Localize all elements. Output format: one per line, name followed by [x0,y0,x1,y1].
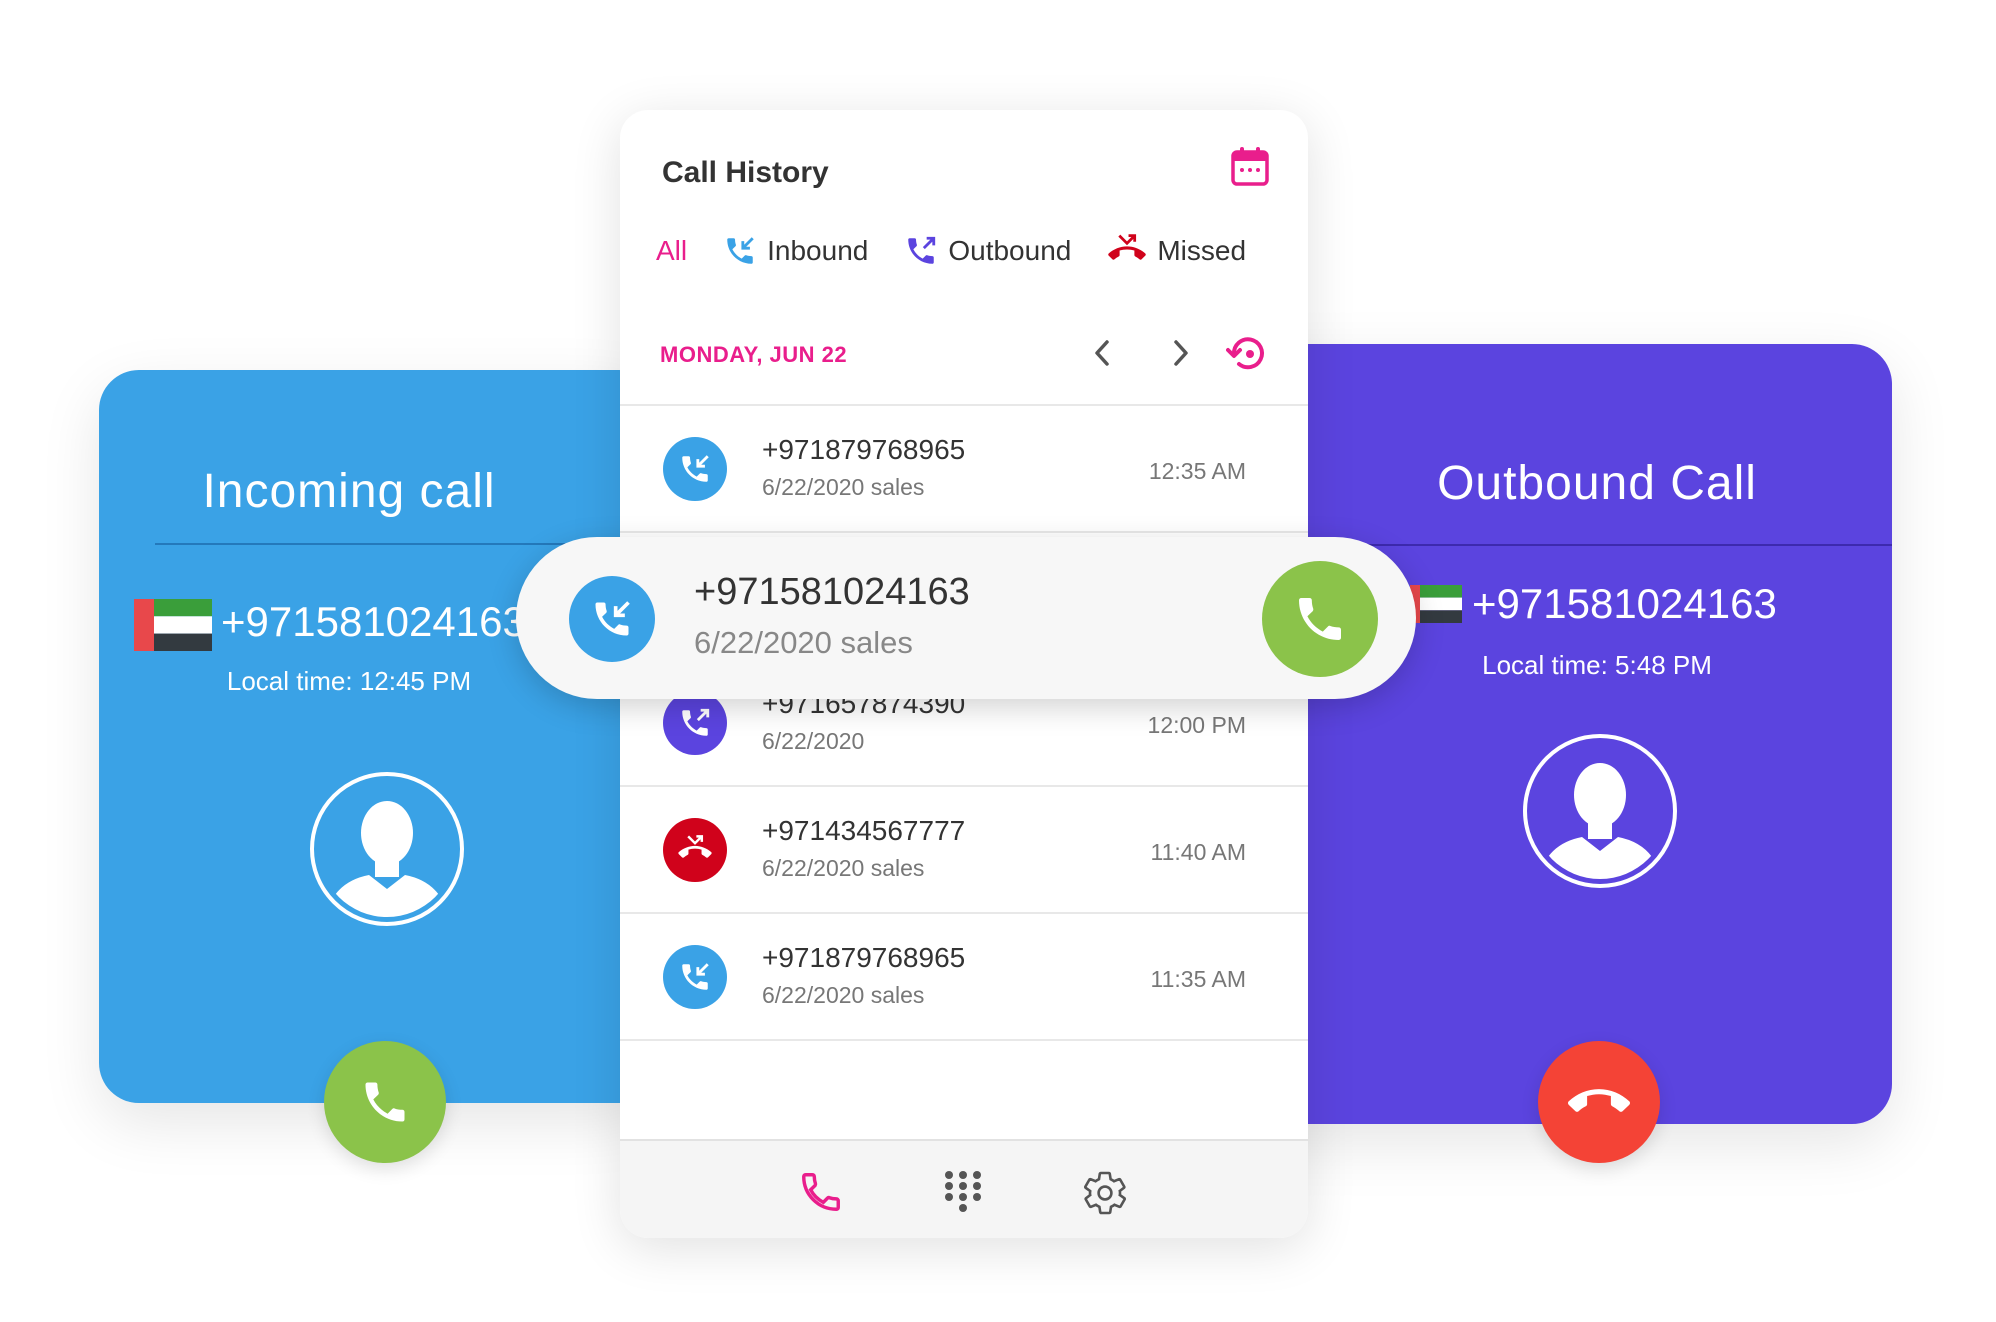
tab-all[interactable]: All [656,235,687,267]
bottom-tab-bar [620,1139,1308,1238]
banner-subtitle: 6/22/2020 sales [694,625,913,660]
call-row[interactable]: +971434567777 6/22/2020 sales 11:40 AM [620,787,1308,914]
date-label: MONDAY, JUN 22 [660,342,848,367]
call-subtitle: 6/22/2020 sales [762,982,925,1008]
call-number: +971879768965 [762,434,966,465]
outbound-call-title: Outbound Call [1437,457,1757,510]
missed-call-icon [663,818,727,882]
phone-icon[interactable] [798,1169,844,1220]
accept-call-button[interactable] [324,1041,446,1163]
call-subtitle: 6/22/2020 [762,728,865,754]
history-reset-icon[interactable] [1226,332,1270,381]
panel-title: Call History [662,156,829,189]
call-subtitle: 6/22/2020 sales [762,855,925,881]
call-time: 11:40 AM [1150,839,1246,865]
call-time: 12:00 PM [1147,712,1246,738]
call-time: 12:35 AM [1148,458,1246,484]
user-avatar-icon [1522,733,1678,894]
outbound-number: +971581024163 [1472,580,1777,627]
incoming-number: +971581024163 [221,598,526,645]
call-subtitle: 6/22/2020 sales [762,474,925,500]
user-avatar-icon [309,771,465,932]
gear-icon[interactable] [1081,1169,1129,1222]
tab-missed[interactable]: Missed [1107,234,1246,268]
inbound-call-icon [569,576,655,662]
banner-accept-button[interactable] [1262,561,1378,677]
chevron-right-icon[interactable] [1165,336,1195,375]
incoming-local-time: Local time: 12:45 PM [226,666,472,696]
call-time: 11:35 AM [1150,966,1246,992]
outbound-divider [1322,544,1892,546]
inbound-call-icon [663,945,727,1009]
outbound-call-card: Outbound Call +971581024163 Local time: … [1232,344,1892,1124]
incoming-divider [155,543,575,545]
inbound-call-icon [727,237,754,264]
incoming-call-title: Incoming call [202,465,496,518]
outbound-call-icon [663,691,727,755]
uae-flag-icon [134,599,212,656]
uae-flag-icon [1410,585,1462,628]
call-number: +971879768965 [762,942,966,973]
row-divider [620,1039,1308,1041]
banner-number: +971581024163 [694,571,970,613]
call-row[interactable]: +971879768965 6/22/2020 sales 11:35 AM [620,914,1308,1041]
missed-call-icon [1108,234,1147,260]
incoming-call-card: Incoming call +971581024163 Local time: … [99,370,659,1103]
tab-inbound[interactable]: Inbound [723,234,868,268]
hangup-call-button[interactable] [1538,1041,1660,1163]
dialpad-icon[interactable] [942,1169,984,1220]
phone-icon [1299,598,1341,640]
incoming-call-banner[interactable]: +971581024163 6/22/2020 sales [516,537,1416,699]
call-end-icon [1568,1089,1630,1112]
tab-outbound[interactable]: Outbound [904,234,1071,268]
chevron-left-icon[interactable] [1088,336,1118,375]
tab-inbound-label: Inbound [767,235,869,266]
phone-icon [365,1082,405,1122]
tab-missed-label: Missed [1157,235,1247,266]
tab-all-label: All [656,235,688,266]
row-divider [620,531,1308,533]
tab-outbound-label: Outbound [948,235,1072,266]
call-row[interactable]: +971879768965 6/22/2020 sales 12:35 AM [620,406,1308,533]
outbound-call-icon [908,236,936,264]
filter-tabs: All Inbound Outbound Missed [656,234,1246,268]
calendar-icon[interactable] [1230,146,1270,193]
call-number: +971434567777 [762,815,966,846]
inbound-call-icon [663,437,727,501]
